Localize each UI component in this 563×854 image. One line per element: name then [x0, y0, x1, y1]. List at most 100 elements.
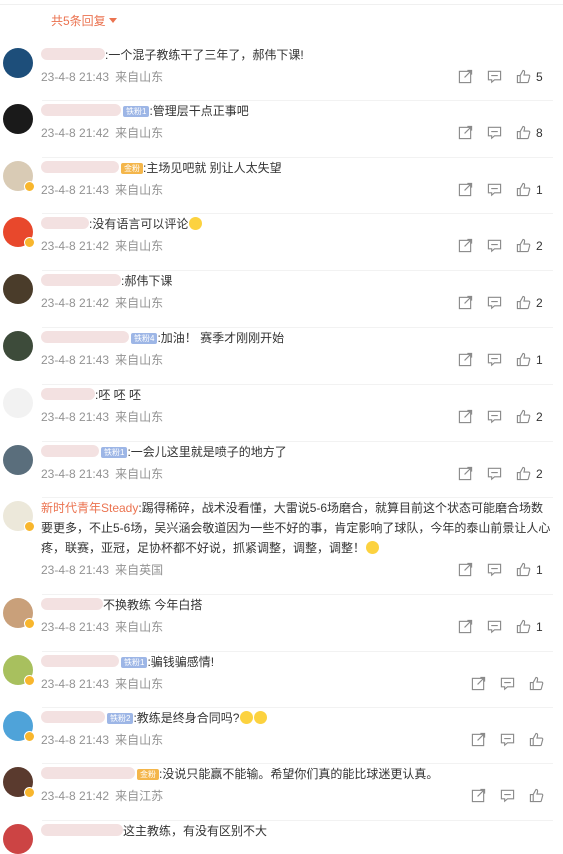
avatar[interactable]	[3, 48, 33, 78]
comment-icon[interactable]	[487, 295, 502, 311]
thumbs-up-icon[interactable]: 2	[516, 295, 543, 311]
thumbs-up-icon[interactable]: 8	[516, 125, 543, 141]
verified-badge-icon	[24, 181, 35, 192]
commenter-name-redacted[interactable]	[41, 767, 135, 779]
thumbs-up-icon[interactable]: 1	[516, 182, 543, 198]
like-count: 8	[536, 126, 543, 140]
comment-icon[interactable]	[500, 732, 515, 748]
comment-icon[interactable]	[487, 238, 502, 254]
comment-meta: 23-4-8 21:43 来自山东	[41, 675, 163, 692]
verified-badge-icon	[24, 731, 35, 742]
comment-text-line: 铁粉1:管理层干点正事吧	[41, 101, 551, 121]
share-icon[interactable]	[458, 352, 473, 368]
comment-meta: 23-4-8 21:43 来自山东	[41, 68, 163, 85]
avatar[interactable]	[3, 445, 33, 475]
commenter-name[interactable]: 新时代青年Steady	[41, 501, 138, 515]
share-icon[interactable]	[458, 238, 473, 254]
timestamp: 23-4-8 21:43	[41, 733, 110, 747]
comment-icon[interactable]	[487, 352, 502, 368]
location: 来自山东	[115, 620, 164, 634]
comment-body: :没有语言可以评论	[89, 217, 189, 231]
comment-text-line: :一个混子教练干了三年了，郝伟下课!	[41, 45, 551, 65]
avatar[interactable]	[3, 331, 33, 361]
thumbs-up-icon[interactable]: 1	[516, 619, 543, 635]
thumbs-up-icon[interactable]: 1	[516, 352, 543, 368]
timestamp: 23-4-8 21:43	[41, 70, 110, 84]
reply-count-toggle[interactable]: 共5条回复	[51, 12, 117, 29]
share-icon[interactable]	[458, 562, 473, 578]
comment-body: :加油！ 赛季才刚刚开始	[157, 331, 285, 345]
like-count: 1	[536, 353, 543, 367]
timestamp: 23-4-8 21:43	[41, 620, 110, 634]
commenter-name-redacted[interactable]	[41, 274, 121, 286]
share-icon[interactable]	[458, 295, 473, 311]
comment-icon[interactable]	[487, 69, 502, 85]
like-count: 5	[536, 70, 543, 84]
avatar[interactable]	[3, 388, 33, 418]
commenter-name-redacted[interactable]	[41, 445, 99, 457]
emoji-icon	[366, 541, 380, 554]
fan-rank-badge: 铁粉4	[131, 333, 158, 344]
share-icon[interactable]	[471, 788, 486, 804]
comment-icon[interactable]	[487, 466, 502, 482]
share-icon[interactable]	[458, 409, 473, 425]
commenter-name-redacted[interactable]	[41, 598, 103, 610]
comment-icon[interactable]	[500, 788, 515, 804]
emoji-icon	[240, 711, 254, 724]
comment-meta: 23-4-8 21:43 来自英国	[41, 561, 163, 578]
verified-badge-icon	[24, 237, 35, 248]
thumbs-up-icon[interactable]	[529, 676, 544, 692]
comment-text-line: 铁粉1:一会儿这里就是喷子的地方了	[41, 442, 551, 462]
like-count: 2	[536, 410, 543, 424]
commenter-name-redacted[interactable]	[41, 48, 105, 60]
like-count: 2	[536, 239, 543, 253]
comment-text-line: 铁粉4:加油！ 赛季才刚刚开始	[41, 328, 551, 348]
share-icon[interactable]	[471, 732, 486, 748]
comment-body: :一个混子教练干了三年了，郝伟下课!	[105, 48, 304, 62]
thumbs-up-icon[interactable]	[529, 732, 544, 748]
thumbs-up-icon[interactable]: 2	[516, 409, 543, 425]
commenter-name-redacted[interactable]	[41, 824, 123, 836]
comment-icon[interactable]	[487, 125, 502, 141]
comment-text-line: 金粉:没说只能赢不能输。希望你们真的能比球迷更认真。	[41, 764, 551, 784]
commenter-name-redacted[interactable]	[41, 711, 105, 723]
comment-text-line: 这主教练，有没有区别不大	[41, 821, 551, 841]
thumbs-up-icon[interactable]: 1	[516, 562, 543, 578]
share-icon[interactable]	[458, 466, 473, 482]
comment-meta: 23-4-8 21:43 来自山东	[41, 465, 163, 482]
avatar[interactable]	[3, 104, 33, 134]
thumbs-up-icon[interactable]: 2	[516, 238, 543, 254]
fan-rank-badge: 金粉	[137, 769, 159, 780]
comment-meta: 23-4-8 21:43 来自山东	[41, 731, 163, 748]
avatar[interactable]	[3, 274, 33, 304]
share-icon[interactable]	[458, 619, 473, 635]
share-icon[interactable]	[458, 69, 473, 85]
location: 来自山东	[115, 183, 164, 197]
commenter-name-redacted[interactable]	[41, 388, 95, 400]
commenter-name-redacted[interactable]	[41, 331, 129, 343]
thumbs-up-icon[interactable]	[529, 788, 544, 804]
comment-icon[interactable]	[487, 619, 502, 635]
thumbs-up-icon[interactable]: 2	[516, 466, 543, 482]
avatar[interactable]	[3, 824, 33, 854]
comment-icon[interactable]	[487, 562, 502, 578]
timestamp: 23-4-8 21:43	[41, 410, 110, 424]
timestamp: 23-4-8 21:43	[41, 677, 110, 691]
comment-icon[interactable]	[500, 676, 515, 692]
comment-icon[interactable]	[487, 409, 502, 425]
commenter-name-redacted[interactable]	[41, 655, 119, 667]
commenter-name-redacted[interactable]	[41, 217, 89, 229]
commenter-name-redacted[interactable]	[41, 104, 121, 116]
comment-text-line: :呸 呸 呸	[41, 385, 551, 405]
comment-body: :骗钱骗感情!	[147, 655, 215, 669]
share-icon[interactable]	[458, 182, 473, 198]
commenter-name-redacted[interactable]	[41, 161, 119, 173]
timestamp: 23-4-8 21:43	[41, 563, 110, 577]
comment-icon[interactable]	[487, 182, 502, 198]
fan-rank-badge: 铁粉1	[123, 106, 150, 117]
thumbs-up-icon[interactable]: 5	[516, 69, 543, 85]
share-icon[interactable]	[471, 676, 486, 692]
share-icon[interactable]	[458, 125, 473, 141]
location: 来自山东	[115, 296, 164, 310]
verified-badge-icon	[24, 787, 35, 798]
